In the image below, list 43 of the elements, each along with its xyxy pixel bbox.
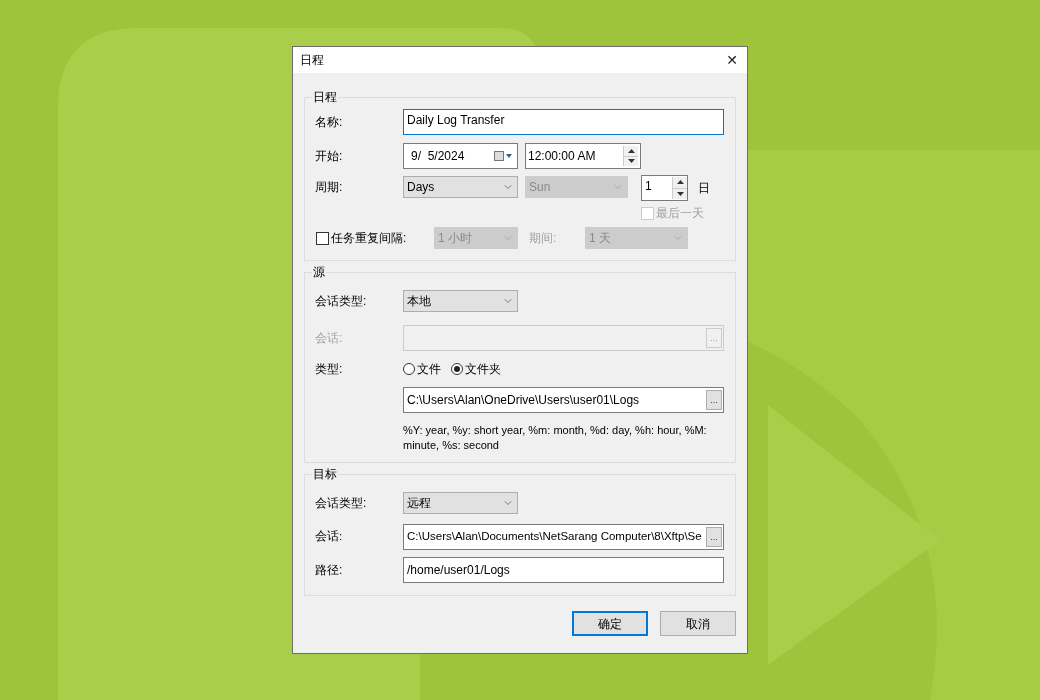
field-label: 路径: bbox=[315, 562, 344, 579]
field-label: 期间: bbox=[529, 230, 558, 247]
field-label: 名称: bbox=[315, 114, 344, 131]
radio-option[interactable]: 文件 bbox=[403, 360, 441, 378]
time-field[interactable]: 12:00:00 AM bbox=[525, 143, 641, 169]
field-label: 会话: bbox=[315, 330, 344, 347]
dialog-button[interactable]: 确定 bbox=[572, 611, 648, 636]
group-title: 日程 bbox=[312, 89, 338, 106]
field-label: 类型: bbox=[315, 361, 344, 378]
checkbox-label: 最后一天 bbox=[656, 205, 704, 222]
close-button[interactable]: ✕ bbox=[717, 47, 747, 73]
group-title: 目标 bbox=[312, 466, 338, 483]
dropdown[interactable]: 本地 bbox=[403, 290, 518, 312]
field-label: 会话类型: bbox=[315, 293, 368, 310]
format-hint: %Y: year, %y: short year, %m: month, %d: day, %h: hour, %M: minute, %s: second bbox=[402, 423, 708, 453]
calendar-icon bbox=[494, 151, 514, 161]
up-arrow-icon bbox=[627, 148, 635, 153]
field-label: 会话类型: bbox=[315, 495, 368, 512]
down-arrow-icon bbox=[676, 191, 684, 196]
radio-option[interactable]: 文件夹 bbox=[451, 360, 501, 378]
field-label: 周期: bbox=[315, 179, 344, 196]
group-title: 源 bbox=[312, 264, 326, 281]
field-label: 会话: bbox=[315, 529, 344, 545]
dialog-button[interactable]: 取消 bbox=[660, 611, 736, 636]
spin-buttons[interactable] bbox=[623, 146, 638, 166]
dropdown[interactable]: 远程 bbox=[403, 492, 518, 514]
name-field[interactable]: Daily Log Transfer bbox=[403, 109, 724, 135]
dropdown[interactable]: Days bbox=[403, 176, 518, 198]
path-field[interactable]: C:\Users\Alan\OneDrive\Users\user01\Logs ... bbox=[403, 387, 724, 413]
browse-button[interactable]: ... bbox=[706, 390, 722, 410]
checkbox-label: 任务重复间隔: bbox=[331, 230, 407, 247]
unit-label: 日 bbox=[698, 180, 710, 197]
spin-buttons[interactable] bbox=[672, 177, 687, 199]
session-field[interactable]: C:\Users\Alan\Documents\NetSarang Computer\8\Xftp\Se ... bbox=[403, 524, 724, 550]
up-arrow-icon bbox=[676, 180, 684, 185]
down-arrow-icon bbox=[627, 159, 635, 164]
count-spinner[interactable]: 1 bbox=[641, 175, 688, 201]
path-field[interactable]: /home/user01/Logs bbox=[403, 557, 724, 583]
date-picker[interactable]: 9/ 5/2024 bbox=[403, 143, 518, 169]
window-title: 日程 bbox=[300, 52, 324, 69]
checkbox[interactable] bbox=[316, 231, 329, 245]
browse-button[interactable]: ... bbox=[706, 527, 722, 547]
field-label: 开始: bbox=[315, 148, 344, 165]
